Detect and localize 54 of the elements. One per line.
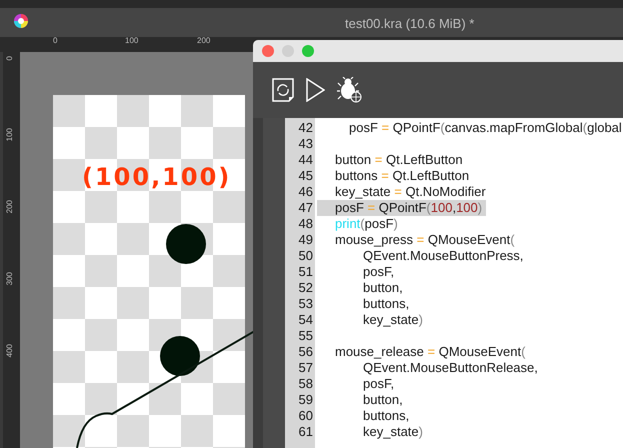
ruler-label: 300 xyxy=(5,272,15,286)
ruler-label: 200 xyxy=(197,36,210,46)
ruler-label: 100 xyxy=(5,128,15,142)
line-number: 48 xyxy=(298,216,313,232)
code-line: buttons, xyxy=(362,408,410,424)
handwritten-annotation: (100,100) xyxy=(82,162,232,192)
window-title: test00.kra (10.6 MiB) * xyxy=(345,15,474,33)
code-line: buttons, xyxy=(362,296,410,312)
line-number: 53 xyxy=(298,296,313,312)
line-number: 43 xyxy=(298,136,313,152)
code-line: posF, xyxy=(362,264,396,280)
line-number: 42 xyxy=(298,120,313,136)
line-number: 52 xyxy=(298,280,313,296)
reload-file-icon[interactable] xyxy=(272,78,294,102)
code-line: button = Qt.LeftButton xyxy=(334,152,464,168)
line-number: 56 xyxy=(298,344,313,360)
line-number: 61 xyxy=(298,424,313,440)
app-logo-icon xyxy=(14,14,28,28)
code-line: mouse_release = QMouseEvent( xyxy=(334,344,526,360)
line-number: 57 xyxy=(298,360,313,376)
code-line: key_state = Qt.NoModifier xyxy=(334,184,487,200)
line-number: 46 xyxy=(298,184,313,200)
code-line: buttons = Qt.LeftButton xyxy=(334,168,470,184)
code-line: mouse_press = QMouseEvent( xyxy=(334,232,516,248)
line-number: 58 xyxy=(298,376,313,392)
code-line: key_state) xyxy=(362,312,424,328)
line-number: 60 xyxy=(298,408,313,424)
line-number: 50 xyxy=(298,248,313,264)
canvas-dot xyxy=(160,336,200,376)
ruler-label: 200 xyxy=(5,200,15,214)
line-number: 59 xyxy=(298,392,313,408)
code-line: posF, xyxy=(362,376,396,392)
line-number: 44 xyxy=(298,152,313,168)
line-number: 49 xyxy=(298,232,313,248)
code-line: QEvent.MouseButtonPress, xyxy=(362,248,524,264)
ruler-label: 400 xyxy=(5,344,15,358)
ruler-label: 0 xyxy=(5,56,15,60)
line-number: 51 xyxy=(298,264,313,280)
run-icon[interactable] xyxy=(306,78,325,102)
line-number: 47 xyxy=(298,200,313,216)
debug-bug-icon[interactable] xyxy=(337,77,362,103)
code-line: posF = QPointF(canvas.mapFromGlobal(global xyxy=(348,120,623,136)
code-line: print(posF) xyxy=(334,216,399,232)
line-number: 54 xyxy=(298,312,313,328)
line-number: 55 xyxy=(298,328,313,344)
code-line: QEvent.MouseButtonRelease, xyxy=(362,360,539,376)
code-editor[interactable] xyxy=(285,118,623,448)
ruler-label: 0 xyxy=(53,36,58,46)
code-line: key_state) xyxy=(362,424,424,440)
canvas-dot xyxy=(166,224,206,264)
code-line: button, xyxy=(362,280,404,296)
line-number: 45 xyxy=(298,168,313,184)
code-line: button, xyxy=(362,392,404,408)
ruler-label: 100 xyxy=(125,36,138,46)
